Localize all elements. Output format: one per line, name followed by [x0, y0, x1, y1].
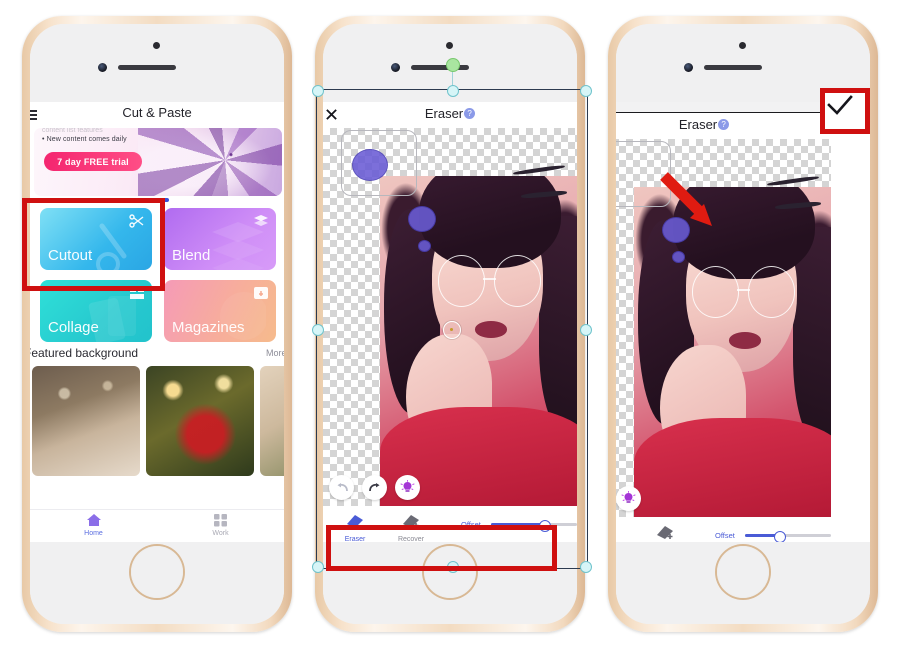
undo-button[interactable] [329, 475, 354, 500]
phone-1-navbar: Cut & Paste [30, 102, 284, 128]
proximity-sensor-icon [391, 63, 400, 72]
eraser-brush-blob [672, 251, 685, 263]
page-title: Eraser? [616, 117, 831, 132]
tab-work[interactable]: Work [157, 513, 284, 537]
eraser-brush-blob [352, 149, 388, 181]
shirt-shape [634, 418, 831, 517]
slider-offset-label: Offset [715, 531, 735, 540]
tab-home-label: Home [84, 530, 103, 537]
eraser-plus-icon [657, 526, 673, 539]
slider-offset-track[interactable] [745, 530, 831, 543]
redo-arrow-icon [368, 482, 379, 491]
phone-3-bottom-bezel [616, 542, 870, 624]
phone-1-top-bezel [30, 24, 284, 102]
glasses-icon [438, 255, 542, 307]
banner-art-icon [138, 128, 282, 196]
page-title-text: Eraser [424, 106, 464, 121]
eraser-brush-blob [408, 206, 436, 232]
highlight-box-bottom-tabs [326, 525, 557, 571]
front-camera-icon [153, 42, 160, 49]
earpiece-speaker-icon [704, 65, 762, 70]
phone-3-app-screen: Eraser? Offset [616, 112, 870, 556]
eraser-brush-blob [418, 240, 431, 252]
tile-collage-label: Collage [48, 319, 99, 336]
phone-1-screen-body: Cut & Paste content list features • New … [30, 24, 284, 624]
tab-home[interactable]: Home [30, 513, 157, 537]
canvas-action-row [329, 475, 420, 500]
page-title: Cut & Paste [122, 105, 192, 120]
magic-hint-button[interactable] [616, 486, 641, 511]
tile-magazines[interactable]: Magazines [164, 280, 276, 342]
home-icon [86, 514, 101, 526]
phone-1: Cut & Paste content list features • New … [22, 16, 292, 632]
highlight-box-cutout [22, 198, 165, 291]
tile-magazines-label: Magazines [172, 319, 245, 336]
slider-offset[interactable]: Offset [715, 530, 831, 543]
magic-hint-button[interactable] [395, 475, 420, 500]
featured-thumbnail[interactable] [146, 366, 254, 476]
help-badge-icon[interactable]: ? [464, 108, 476, 119]
grid-icon [214, 514, 227, 527]
phone-2-top-bezel [323, 24, 577, 102]
featured-thumbnail[interactable] [32, 366, 140, 476]
brush-cursor-icon [443, 321, 461, 339]
phone-2-edit-canvas[interactable] [323, 128, 577, 506]
proximity-sensor-icon [98, 63, 107, 72]
free-trial-button[interactable]: 7 day FREE trial [44, 152, 142, 171]
layers-watermark-icon [212, 222, 264, 270]
lightbulb-icon [400, 480, 415, 492]
earpiece-speaker-icon [118, 65, 176, 70]
earpiece-speaker-icon [411, 65, 469, 70]
undo-arrow-icon [337, 482, 348, 491]
featured-section-title: Featured background [30, 346, 139, 360]
page-title: Eraser? [323, 106, 577, 121]
checkmark-icon[interactable] [826, 94, 854, 118]
front-camera-icon [446, 42, 453, 49]
home-button[interactable] [131, 546, 183, 598]
phone-1-bottom-bezel [30, 542, 284, 624]
lightbulb-icon [621, 491, 636, 503]
glasses-icon [692, 266, 796, 318]
phone-2-app-screen: Eraser? Eraser Recover Offset [323, 102, 577, 542]
hair-stroke [512, 164, 566, 176]
banner-bullet-line: • New content comes daily [42, 136, 127, 143]
tile-blend-label: Blend [172, 247, 211, 264]
home-button[interactable] [717, 546, 769, 598]
slider-offset-knob[interactable] [774, 530, 787, 543]
phone-1-tabbar: Home Work [30, 509, 284, 542]
page-title-text: Eraser [678, 117, 718, 132]
phone-2-navbar: Eraser? [323, 102, 577, 128]
lips-shape [474, 321, 507, 338]
screenshot-stage: Cut & Paste content list features • New … [0, 0, 899, 648]
featured-thumbnail[interactable] [260, 366, 284, 476]
phone-1-app-screen: Cut & Paste content list features • New … [30, 102, 284, 542]
phone-3-navbar: Eraser? [616, 113, 831, 139]
redo-button[interactable] [362, 475, 387, 500]
banner-faded-line: content list features [42, 128, 103, 134]
featured-thumbnail-row[interactable] [32, 366, 284, 476]
proximity-sensor-icon [684, 63, 693, 72]
help-badge-icon[interactable]: ? [718, 119, 730, 130]
front-camera-icon [739, 42, 746, 49]
annotation-arrow-icon [660, 172, 712, 226]
promo-banner[interactable]: content list features • New content come… [34, 128, 282, 196]
tab-work-label: Work [212, 530, 229, 537]
lips-shape [728, 332, 761, 349]
featured-more-link[interactable]: More › [266, 348, 284, 358]
tile-blend[interactable]: Blend [164, 208, 276, 270]
hair-stroke [766, 175, 820, 187]
canvas-action-row [616, 486, 641, 511]
